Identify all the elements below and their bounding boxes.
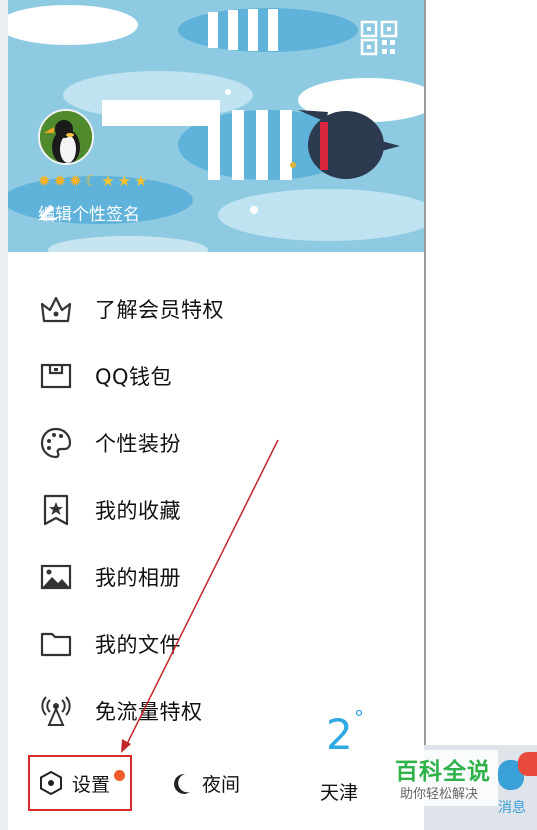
temperature-value: 2 — [326, 710, 353, 759]
moon-icon: ☾ — [84, 172, 99, 190]
penguin-avatar-icon — [40, 111, 92, 163]
settings-hexagon-icon — [40, 770, 62, 796]
menu-item-label: 我的文件 — [95, 633, 181, 657]
menu-item-label: 我的收藏 — [95, 499, 181, 523]
menu-item-favorites[interactable]: 我的收藏 — [8, 483, 424, 537]
profile-header[interactable]: ✹ ✹ ✹ ☾ ★ ★ ★ 编辑个性签名 — [8, 0, 424, 252]
main-content-peek[interactable] — [424, 0, 537, 830]
signal-tower-icon — [36, 691, 76, 731]
menu-item-files[interactable]: 我的文件 — [8, 617, 424, 671]
menu-item-label: 免流量特权 — [95, 700, 203, 724]
star-icon: ★ — [101, 172, 115, 190]
avatar[interactable] — [38, 109, 94, 165]
night-mode-label: 夜间 — [202, 774, 241, 796]
edit-signature-link[interactable]: 编辑个性签名 — [38, 200, 140, 225]
moon-icon — [174, 773, 190, 794]
unread-badge — [518, 752, 537, 776]
watermark-subtitle: 助你轻松解决 — [400, 787, 479, 802]
star-icon: ★ — [117, 172, 132, 190]
sun-icon: ✹ — [53, 172, 67, 190]
bookmark-star-icon — [36, 490, 76, 530]
crown-icon — [36, 289, 76, 329]
menu-item-personal-theme[interactable]: 个性装扮 — [8, 416, 424, 470]
menu-item-label: 我的相册 — [95, 566, 181, 590]
settings-label: 设置 — [72, 773, 111, 796]
palette-icon — [36, 423, 76, 463]
menu-item-label: 个性装扮 — [95, 432, 181, 456]
drawer-edge — [0, 0, 8, 830]
temperature-degree: ° — [354, 706, 364, 730]
qr-code-icon — [360, 20, 398, 56]
folder-icon — [36, 624, 76, 664]
pencil-icon — [40, 205, 57, 220]
sun-icon: ✹ — [69, 172, 82, 190]
menu-item-albums[interactable]: 我的相册 — [8, 550, 424, 604]
menu-item-vip-privileges[interactable]: 了解会员特权 — [8, 282, 424, 336]
wallet-icon — [36, 356, 76, 396]
qq-level-badges[interactable]: ✹ ✹ ✹ ☾ ★ ★ ★ — [38, 170, 148, 192]
messages-tab-label[interactable]: 消息 — [498, 797, 526, 817]
photo-icon — [36, 557, 76, 597]
qr-code-button[interactable] — [360, 20, 400, 58]
notification-dot — [114, 770, 125, 781]
sun-icon: ✹ — [38, 172, 51, 190]
nickname-redacted — [102, 100, 220, 126]
watermark-title: 百科全说 — [395, 759, 491, 785]
menu-item-label: 了解会员特权 — [95, 298, 224, 322]
night-mode-button[interactable]: 夜间 — [170, 770, 240, 797]
menu-item-label: QQ钱包 — [95, 365, 173, 389]
star-icon: ★ — [134, 172, 148, 190]
weather-city[interactable]: 天津 — [320, 778, 358, 805]
settings-button[interactable]: 设置 — [28, 755, 132, 811]
menu-item-qq-wallet[interactable]: QQ钱包 — [8, 349, 424, 403]
